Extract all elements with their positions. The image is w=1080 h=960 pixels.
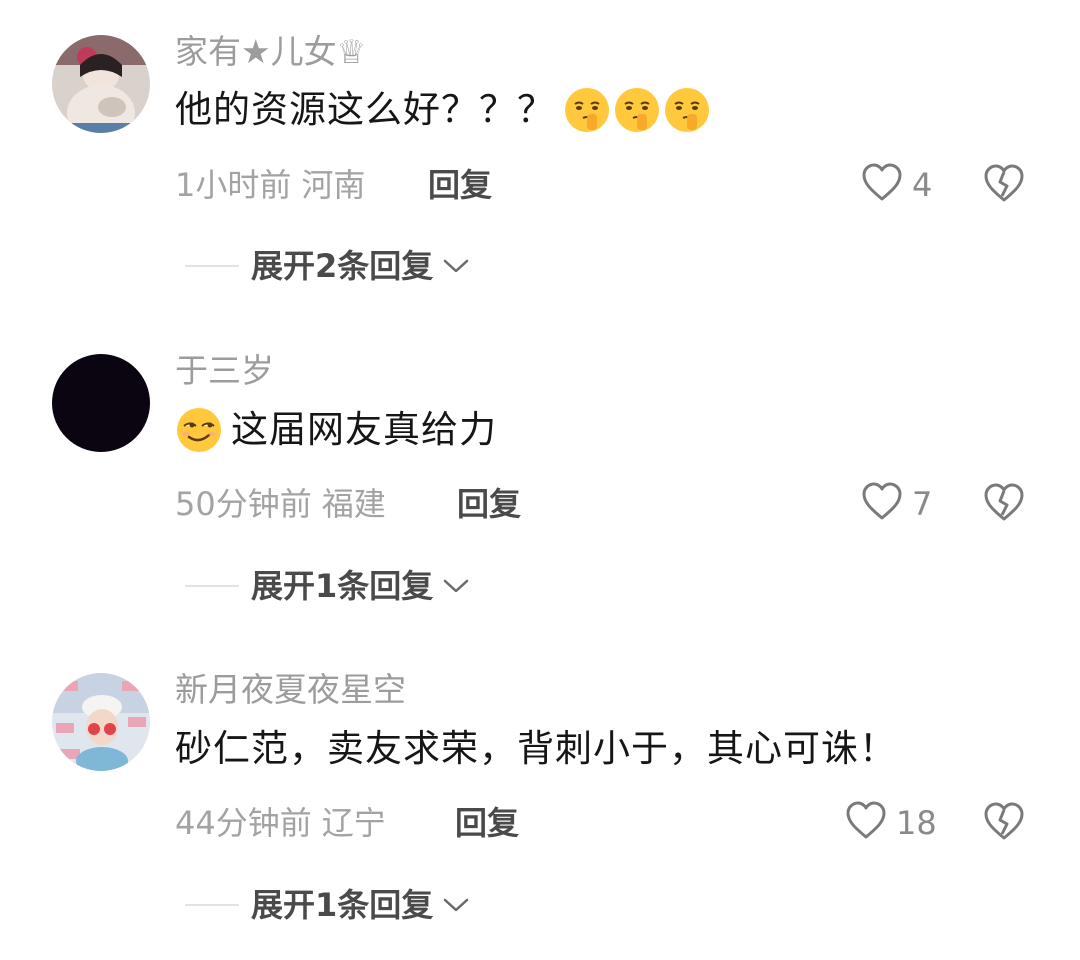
smirk-emoji-icon xyxy=(175,406,223,454)
comment-time: 50分钟前 xyxy=(175,485,312,523)
comment-meta: 1小时前 河南 xyxy=(175,165,365,205)
expand-replies-button[interactable]: 展开1条回复 xyxy=(185,566,471,606)
chevron-down-icon xyxy=(441,256,471,276)
divider-line xyxy=(185,904,239,906)
comment-meta: 44分钟前 辽宁 xyxy=(175,803,386,843)
like-count: 18 xyxy=(896,804,937,842)
heart-outline-icon xyxy=(860,161,904,209)
comment-item: 新月夜夏夜星空 砂仁范，卖友求荣，背刺小于，其心可诛！ 44分钟前 辽宁 回复 1… xyxy=(0,640,1080,960)
comment-location: 河南 xyxy=(301,166,366,204)
comment-username[interactable]: 家有★儿女♕ xyxy=(175,32,366,72)
reply-button[interactable]: 回复 xyxy=(428,165,492,205)
comment-text-body: 他的资源这么好？？？ xyxy=(175,88,555,131)
comment-text: 这届网友真给力 xyxy=(175,406,497,454)
comment-time: 44分钟前 xyxy=(175,804,312,842)
expand-replies-label: 展开2条回复 xyxy=(251,247,434,285)
dislike-button[interactable] xyxy=(982,800,1026,844)
comment-time: 1小时前 xyxy=(175,166,292,204)
chevron-down-icon xyxy=(441,895,471,915)
thinking-hush-emoji-icon xyxy=(663,86,711,134)
like-count: 4 xyxy=(912,166,933,204)
like-button[interactable]: 7 xyxy=(860,480,932,528)
avatar[interactable] xyxy=(52,354,150,452)
broken-heart-icon xyxy=(982,483,1026,529)
comment-location: 福建 xyxy=(321,485,386,523)
comment-text-body: 砂仁范，卖友求荣，背刺小于，其心可诛！ xyxy=(175,727,897,770)
reply-button[interactable]: 回复 xyxy=(457,484,521,524)
comment-meta: 50分钟前 福建 xyxy=(175,484,386,524)
comment-location: 辽宁 xyxy=(321,804,386,842)
comment-item: 家有★儿女♕ 他的资源这么好？？？ 1小时前 河南 回复 4 展开2条回复 xyxy=(0,0,1080,320)
like-button[interactable]: 18 xyxy=(844,799,937,847)
expand-replies-label: 展开1条回复 xyxy=(251,886,434,924)
divider-line xyxy=(185,265,239,267)
dislike-button[interactable] xyxy=(982,162,1026,206)
dislike-button[interactable] xyxy=(982,481,1026,525)
avatar[interactable] xyxy=(52,35,150,133)
divider-line xyxy=(185,585,239,587)
expand-replies-button[interactable]: 展开1条回复 xyxy=(185,885,471,925)
broken-heart-icon xyxy=(982,164,1026,210)
comment-text: 他的资源这么好？？？ xyxy=(175,86,711,134)
comment-text-body: 这届网友真给力 xyxy=(231,408,497,451)
avatar[interactable] xyxy=(52,673,150,771)
expand-replies-label: 展开1条回复 xyxy=(251,567,434,605)
heart-outline-icon xyxy=(860,480,904,528)
expand-replies-button[interactable]: 展开2条回复 xyxy=(185,246,471,286)
comment-username[interactable]: 新月夜夏夜星空 xyxy=(175,670,406,710)
like-button[interactable]: 4 xyxy=(860,161,932,209)
chevron-down-icon xyxy=(441,576,471,596)
comment-text: 砂仁范，卖友求荣，背刺小于，其心可诛！ xyxy=(175,725,897,773)
emoji-group xyxy=(563,86,711,134)
reply-button[interactable]: 回复 xyxy=(455,803,519,843)
thinking-hush-emoji-icon xyxy=(563,86,611,134)
like-count: 7 xyxy=(912,485,933,523)
comment-username[interactable]: 于三岁 xyxy=(175,351,274,391)
broken-heart-icon xyxy=(982,802,1026,848)
thinking-hush-emoji-icon xyxy=(613,86,661,134)
heart-outline-icon xyxy=(844,799,888,847)
comment-item: 于三岁 这届网友真给力 50分钟前 福建 回复 7 展开1条回复 xyxy=(0,320,1080,640)
